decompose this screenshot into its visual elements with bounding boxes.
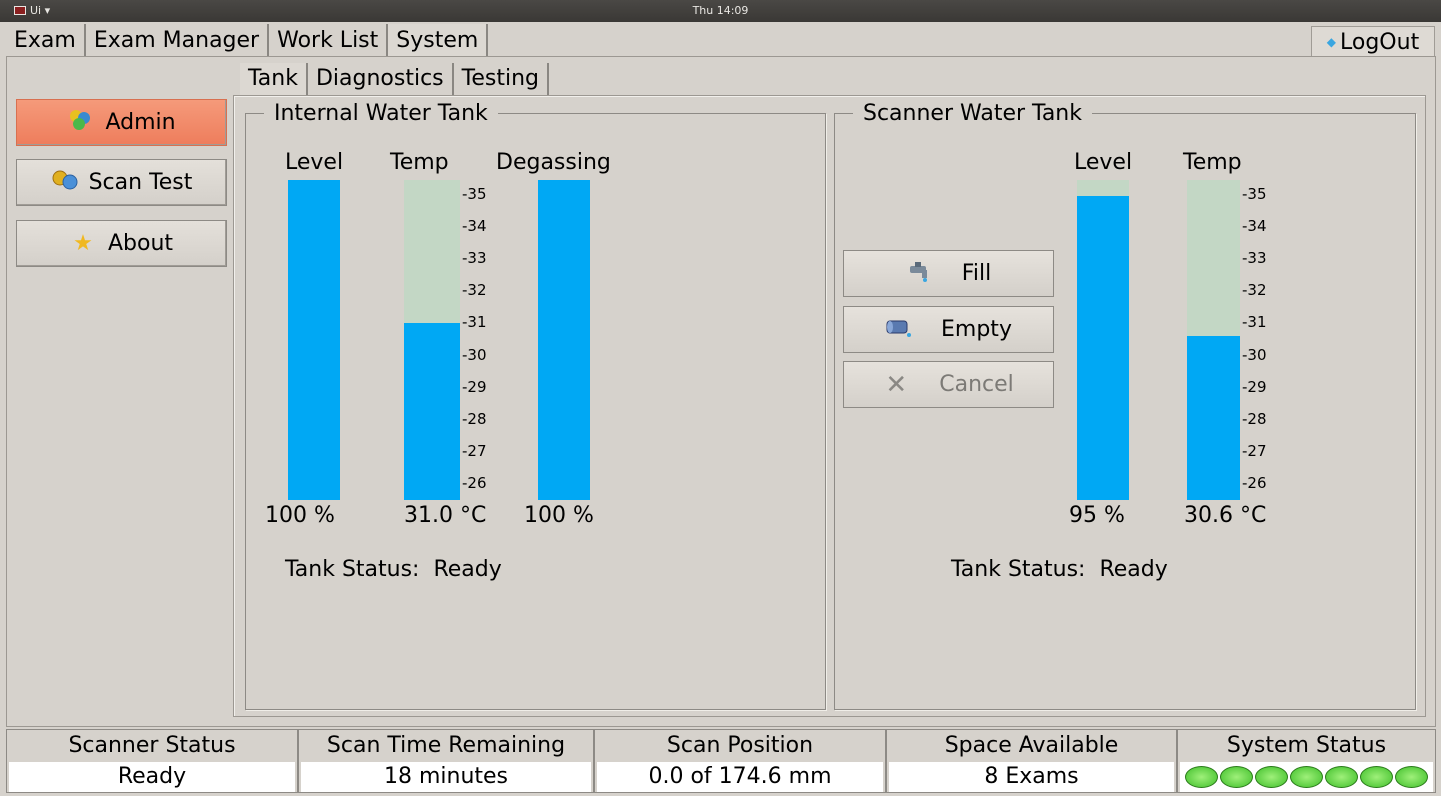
status-led bbox=[1360, 766, 1393, 788]
temp-tick-label: -35 bbox=[1242, 185, 1267, 203]
temp-tick-label: -35 bbox=[462, 185, 487, 203]
about-label: About bbox=[107, 231, 174, 256]
scanner-level-bar bbox=[1077, 180, 1129, 500]
scan-time-header: Scan Time Remaining bbox=[326, 733, 566, 758]
admin-button[interactable]: Admin bbox=[16, 99, 227, 146]
internal-degassing-value: 100 % bbox=[524, 503, 594, 528]
fill-button[interactable]: Fill bbox=[843, 250, 1054, 297]
cancel-label: Cancel bbox=[939, 372, 1014, 397]
internal-tank-status: Tank Status: Ready bbox=[285, 557, 502, 582]
empty-label: Empty bbox=[941, 317, 1012, 342]
temp-tick-label: -32 bbox=[1242, 281, 1267, 300]
scan-test-label: Scan Test bbox=[88, 170, 193, 195]
fill-label: Fill bbox=[961, 261, 992, 286]
temp-tick-label: -31 bbox=[462, 313, 487, 332]
internal-degassing-label: Degassing bbox=[496, 150, 611, 175]
tab-exam[interactable]: Exam bbox=[6, 24, 86, 56]
scan-position-header: Scan Position bbox=[666, 733, 814, 758]
space-available-header: Space Available bbox=[944, 733, 1119, 758]
scanner-tank-status: Tank Status: Ready bbox=[951, 557, 1168, 582]
temp-tick-label: -26 bbox=[1242, 474, 1267, 492]
star-icon: ★ bbox=[73, 231, 93, 256]
status-led bbox=[1290, 766, 1323, 788]
internal-temp-bar bbox=[404, 180, 460, 500]
internal-level-fill bbox=[288, 180, 340, 500]
scanner-temp-label: Temp bbox=[1183, 150, 1242, 175]
temp-tick-label: -27 bbox=[462, 441, 487, 460]
internal-water-tank-title: Internal Water Tank bbox=[274, 101, 488, 126]
logout-button[interactable]: ◆ LogOut bbox=[1311, 26, 1435, 58]
internal-temp-value: 31.0 °C bbox=[404, 503, 487, 528]
system-status-cell: System Status bbox=[1177, 729, 1436, 793]
logout-label: LogOut bbox=[1340, 29, 1420, 55]
tab-diagnostics[interactable]: Diagnostics bbox=[308, 63, 454, 95]
admin-label: Admin bbox=[105, 110, 176, 135]
space-available-cell: Space Available 8 Exams bbox=[886, 729, 1177, 793]
system-status-header: System Status bbox=[1226, 733, 1387, 758]
scanner-level-value: 95 % bbox=[1069, 503, 1125, 528]
temp-tick-label: -30 bbox=[1242, 345, 1267, 364]
temp-tick-label: -28 bbox=[462, 409, 487, 428]
status-led bbox=[1325, 766, 1358, 788]
gears-icon bbox=[51, 169, 78, 197]
temp-tick-label: -29 bbox=[462, 377, 487, 396]
temp-tick-label: -30 bbox=[462, 345, 487, 364]
scanner-status-header: Scanner Status bbox=[68, 733, 236, 758]
tab-system[interactable]: System bbox=[388, 24, 489, 56]
temp-tick-label: -34 bbox=[462, 217, 487, 236]
empty-button[interactable]: Empty bbox=[843, 306, 1054, 353]
logout-arrow-icon: ◆ bbox=[1326, 35, 1337, 49]
cancel-button[interactable]: ✕ Cancel bbox=[843, 361, 1054, 408]
status-led bbox=[1255, 766, 1288, 788]
main-tabs: Exam Exam Manager Work List System bbox=[6, 24, 489, 56]
internal-temp-fill bbox=[404, 323, 460, 500]
status-bar: Scanner Status Ready Scan Time Remaining… bbox=[6, 729, 1436, 793]
top-system-bar: Ui ▾ Thu 14:09 bbox=[0, 0, 1441, 22]
scanner-status-value: Ready bbox=[9, 762, 295, 792]
internal-level-bar bbox=[288, 180, 340, 500]
scan-position-cell: Scan Position 0.0 of 174.6 mm bbox=[594, 729, 886, 793]
sub-tabs: Tank Diagnostics Testing bbox=[240, 63, 549, 95]
temp-tick-label: -34 bbox=[1242, 217, 1267, 236]
tab-tank[interactable]: Tank bbox=[240, 63, 308, 95]
space-available-value: 8 Exams bbox=[889, 762, 1174, 792]
scanner-water-tank-title: Scanner Water Tank bbox=[863, 101, 1082, 126]
scanner-temp-bar bbox=[1187, 180, 1240, 500]
temp-tick-label: -28 bbox=[1242, 409, 1267, 428]
admin-icon bbox=[67, 108, 93, 138]
temp-tick-label: -31 bbox=[1242, 313, 1267, 332]
temp-tick-label: -29 bbox=[1242, 377, 1267, 396]
internal-degassing-bar bbox=[538, 180, 590, 500]
scanner-level-fill bbox=[1077, 196, 1129, 500]
tab-testing[interactable]: Testing bbox=[454, 63, 549, 95]
status-led bbox=[1395, 766, 1428, 788]
system-status-leds bbox=[1180, 762, 1433, 792]
internal-degassing-fill bbox=[538, 180, 590, 500]
clock: Thu 14:09 bbox=[692, 4, 749, 17]
temp-tick-label: -32 bbox=[462, 281, 487, 300]
temp-tick-label: -33 bbox=[1242, 249, 1267, 268]
faucet-icon bbox=[906, 260, 932, 288]
scan-time-value: 18 minutes bbox=[301, 762, 591, 792]
scanner-temp-fill bbox=[1187, 336, 1240, 500]
status-led bbox=[1185, 766, 1218, 788]
about-button[interactable]: ★ About bbox=[16, 220, 227, 267]
internal-temp-label: Temp bbox=[390, 150, 449, 175]
close-icon: ✕ bbox=[885, 369, 908, 400]
scan-time-cell: Scan Time Remaining 18 minutes bbox=[298, 729, 594, 793]
scanner-level-label: Level bbox=[1074, 150, 1133, 175]
scanner-status-cell: Scanner Status Ready bbox=[6, 729, 298, 793]
internal-level-label: Level bbox=[285, 150, 344, 175]
tab-exam-manager[interactable]: Exam Manager bbox=[85, 24, 270, 56]
drain-pipe-icon bbox=[885, 316, 912, 344]
internal-level-value: 100 % bbox=[265, 503, 335, 528]
scanner-temp-value: 30.6 °C bbox=[1184, 503, 1267, 528]
temp-tick-label: -26 bbox=[462, 474, 487, 492]
status-led bbox=[1220, 766, 1253, 788]
scan-position-value: 0.0 of 174.6 mm bbox=[597, 762, 883, 792]
scan-test-button[interactable]: Scan Test bbox=[16, 159, 227, 206]
temp-tick-label: -33 bbox=[462, 249, 487, 268]
tab-work-list[interactable]: Work List bbox=[269, 24, 389, 56]
temp-tick-label: -27 bbox=[1242, 441, 1267, 460]
